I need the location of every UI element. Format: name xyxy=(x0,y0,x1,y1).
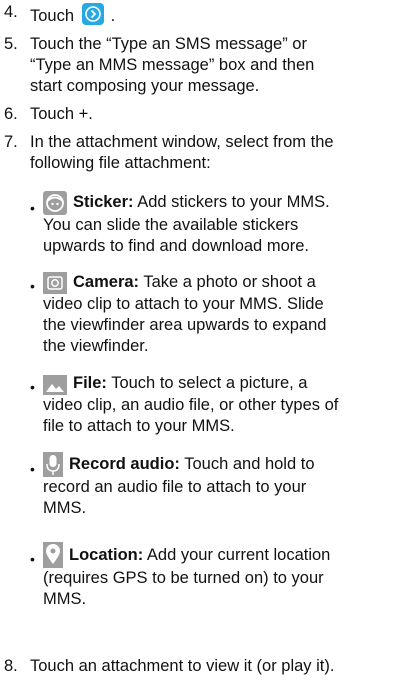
step-6: 6. Touch +. xyxy=(0,104,405,125)
attachment-text-line: upwards to find and download more. xyxy=(43,237,309,255)
microphone-icon xyxy=(43,452,63,477)
attachment-text: Touch to select a picture, a xyxy=(106,374,308,392)
step-text-line: following file attachment: xyxy=(30,154,211,172)
camera-icon xyxy=(43,272,67,294)
step-text-line: “Type an MMS message” box and then xyxy=(30,56,315,74)
attachment-text-line: file to attach to your MMS. xyxy=(43,417,235,435)
step-8: 8. Touch an attachment to view it (or pl… xyxy=(0,656,405,678)
step-4: 4. Touch . xyxy=(4,2,116,26)
sticker-icon xyxy=(43,191,67,215)
step-text: Touch an attachment to view it (or play … xyxy=(30,657,335,675)
attachment-text-line: MMS. xyxy=(43,499,87,517)
attachment-sticker: • Sticker: Add stickers to your MMS. You… xyxy=(30,190,402,256)
attachment-text: Add your current location xyxy=(143,546,331,564)
attachment-record-audio: • Record audio: Touch and hold to record… xyxy=(30,452,402,520)
attachment-location: • Location: Add your current location (r… xyxy=(30,542,402,610)
forward-arrow-icon xyxy=(81,2,105,26)
step-number: 7. xyxy=(4,133,18,151)
attachment-text-line: the viewfinder area upwards to expand xyxy=(43,316,327,334)
step-number: 4. xyxy=(4,3,18,21)
attachment-text-line: the viewfinder. xyxy=(43,337,149,355)
step-text-line: In the attachment window, select from th… xyxy=(30,133,334,151)
attachment-camera: • Camera: Take a photo or shoot a video … xyxy=(30,270,402,358)
attachment-text-line: video clip, an audio file, or other type… xyxy=(43,396,339,414)
attachment-text-line: You can slide the available stickers xyxy=(43,216,299,234)
attachment-title: Record audio: xyxy=(69,455,180,473)
step-number: 5. xyxy=(4,35,18,53)
step-5: 5. Touch the “Type an SMS message” or “T… xyxy=(0,34,405,98)
attachment-text-line: MMS. xyxy=(43,590,87,608)
step-number: 8. xyxy=(4,657,18,675)
attachment-text-line: video clip to attach to your MMS. Slide xyxy=(43,295,324,313)
step-text: Touch xyxy=(30,7,75,25)
attachment-file: • File: Touch to select a picture, a vid… xyxy=(30,372,402,438)
attachment-text: Touch and hold to xyxy=(179,455,315,473)
attachment-text: Take a photo or shoot a xyxy=(139,273,316,291)
step-number: 6. xyxy=(4,105,18,123)
attachment-text: Add stickers to your MMS. xyxy=(133,193,330,211)
attachment-title: Location: xyxy=(69,546,144,564)
attachment-title: File: xyxy=(73,374,107,392)
attachment-text-line: record an audio file to attach to your xyxy=(43,478,307,496)
attachment-title: Camera: xyxy=(73,273,140,291)
step-text-line: start composing your message. xyxy=(30,77,260,95)
step-7: 7. In the attachment window, select from… xyxy=(0,132,405,176)
location-pin-icon xyxy=(43,542,63,568)
attachment-title: Sticker: xyxy=(73,193,134,211)
step-text-line: Touch the “Type an SMS message” or xyxy=(30,35,307,53)
attachment-text-line: (requires GPS to be turned on) to your xyxy=(43,569,324,587)
picture-file-icon xyxy=(43,375,67,395)
step-text: Touch +. xyxy=(30,105,93,123)
